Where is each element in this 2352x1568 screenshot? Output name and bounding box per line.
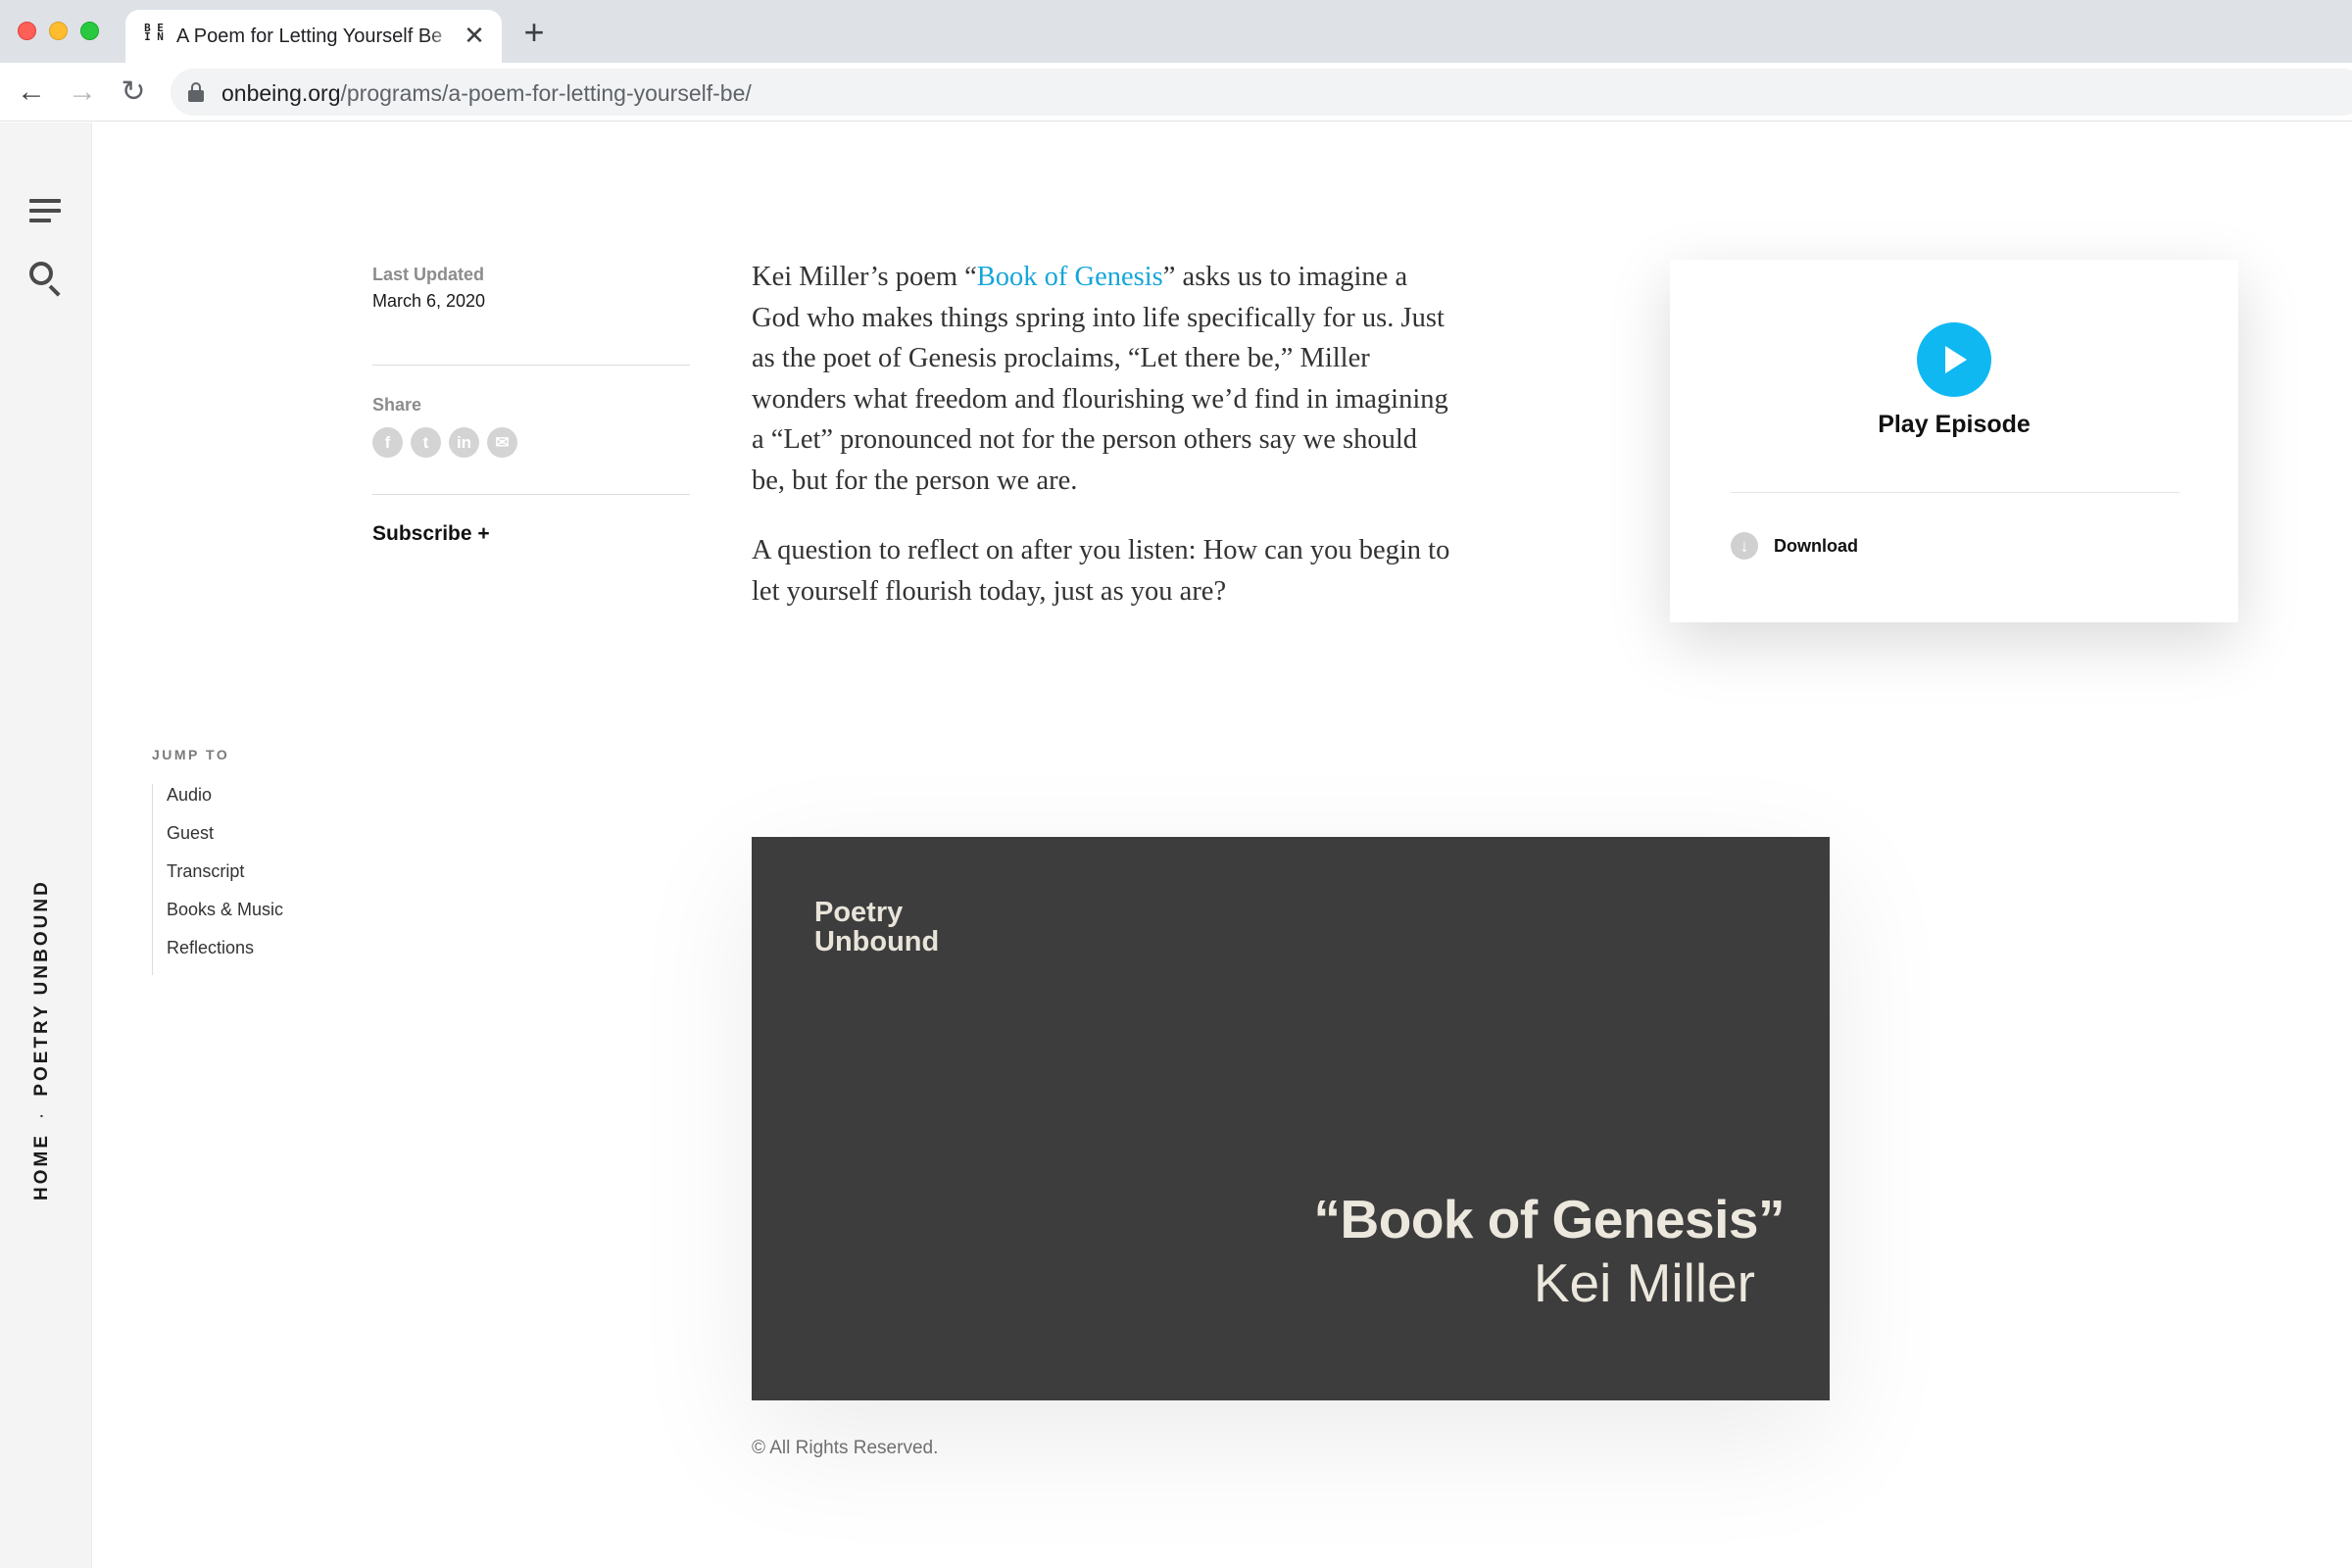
breadcrumb-separator: · [31, 1109, 52, 1119]
reflection-question: A question to reflect on after you liste… [752, 535, 1450, 607]
poetry-unbound-logo: Poetry Unbound [814, 897, 940, 957]
download-icon[interactable]: ↓ [1731, 532, 1758, 560]
play-episode-button[interactable]: Play Episode [1670, 411, 2238, 439]
share-icons: f t in ✉ [372, 427, 690, 458]
jump-to-audio[interactable]: Audio [167, 784, 283, 822]
back-arrow-icon[interactable]: ← [14, 74, 49, 110]
jump-to-reflections[interactable]: Reflections [167, 937, 283, 975]
hero-poem-title: “Book of Genesis” [1313, 1189, 1786, 1250]
site-left-rail: HOME · POETRY UNBOUND [0, 122, 92, 1568]
new-tab-button[interactable]: + [519, 15, 549, 50]
facebook-icon[interactable]: f [372, 427, 403, 458]
address-bar[interactable]: onbeing.org/programs/a-poem-for-letting-… [171, 69, 2352, 116]
description-paragraph: Kei Miller’s poem “Book of Genesis” asks… [752, 262, 1448, 496]
last-updated-label: Last Updated [372, 265, 485, 284]
breadcrumb-home[interactable]: HOME [31, 1133, 52, 1200]
download-button[interactable]: Download [1774, 536, 1858, 557]
browser-tab-bar: B E I N A Poem for Letting Yourself Be ✕… [0, 0, 2352, 63]
jump-to-heading: JUMP TO [152, 747, 230, 762]
card-divider [1731, 492, 2180, 493]
twitter-icon[interactable]: t [411, 427, 441, 458]
book-of-genesis-link[interactable]: Book of Genesis [977, 262, 1163, 292]
image-caption: © All Rights Reserved. [752, 1438, 939, 1458]
last-updated-date: March 6, 2020 [372, 291, 486, 311]
url-domain: onbeing.org [221, 80, 341, 106]
jump-to-nav: JUMP TO Audio Guest Transcript Books & M… [152, 747, 283, 975]
play-icon[interactable] [1917, 322, 1991, 397]
tab-close-icon[interactable]: ✕ [461, 22, 488, 49]
url-text[interactable]: onbeing.org/programs/a-poem-for-letting-… [221, 80, 752, 107]
browser-toolbar: ← → ↻ onbeing.org/programs/a-poem-for-le… [0, 63, 2352, 122]
jump-to-list: Audio Guest Transcript Books & Music Ref… [152, 784, 283, 975]
close-window-button[interactable] [18, 22, 36, 40]
breadcrumb-poetry-unbound[interactable]: POETRY UNBOUND [31, 879, 52, 1096]
forward-arrow-icon[interactable]: → [65, 74, 100, 110]
search-icon[interactable] [29, 262, 63, 297]
reload-icon[interactable]: ↻ [116, 74, 151, 110]
meta-divider [372, 365, 690, 366]
share-label: Share [372, 395, 422, 415]
meta-divider [372, 494, 690, 495]
menu-icon[interactable] [29, 199, 61, 224]
linkedin-icon[interactable]: in [449, 427, 479, 458]
jump-to-transcript[interactable]: Transcript [167, 860, 283, 899]
hero-poet-name: Kei Miller [1533, 1252, 1755, 1313]
browser-tab-active[interactable]: B E I N A Poem for Letting Yourself Be ✕ [125, 10, 502, 63]
breadcrumb: HOME · POETRY UNBOUND [27, 828, 57, 1200]
jump-to-books-music[interactable]: Books & Music [167, 899, 283, 937]
episode-player-card: Play Episode ↓ Download [1670, 260, 2238, 622]
maximize-window-button[interactable] [80, 22, 99, 40]
episode-meta: Last Updated March 6, 2020 Share f t in … [372, 265, 690, 546]
subscribe-button[interactable]: Subscribe + [372, 522, 690, 546]
tab-title: A Poem for Letting Yourself Be [176, 25, 457, 48]
email-icon[interactable]: ✉ [487, 427, 517, 458]
lock-icon[interactable] [188, 82, 204, 102]
site-favicon-icon: B E I N [144, 22, 164, 43]
url-path: /programs/a-poem-for-letting-yourself-be… [340, 80, 752, 106]
episode-hero-image: Poetry Unbound “Book of Genesis” Kei Mil… [752, 837, 1830, 1400]
minimize-window-button[interactable] [49, 22, 68, 40]
episode-description: Kei Miller’s poem “Book of Genesis” asks… [752, 257, 1457, 641]
jump-to-guest[interactable]: Guest [167, 822, 283, 860]
